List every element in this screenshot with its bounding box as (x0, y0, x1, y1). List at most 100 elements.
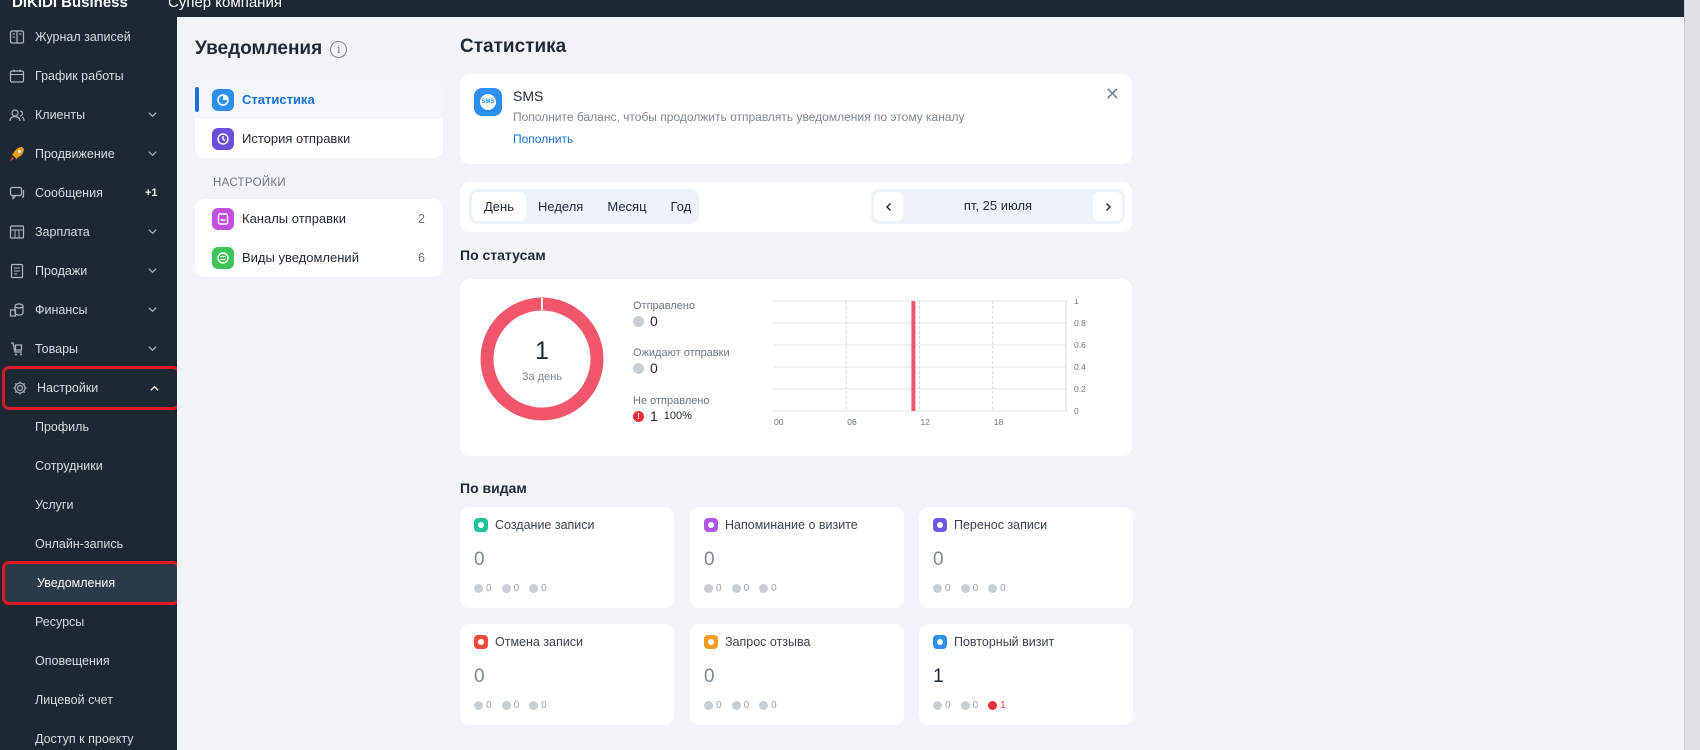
kind-icon (704, 518, 718, 532)
sidebar-sub-services[interactable]: Услуги (0, 485, 177, 524)
kind-failed: 0 (988, 583, 1006, 594)
menu-item-kinds[interactable]: Виды уведомлений 6 (195, 238, 443, 277)
sidebar-item-clients[interactable]: Клиенты (0, 95, 177, 134)
chart-y-tick: 0.6 (1074, 340, 1086, 350)
sidebar-item-finance[interactable]: Финансы (0, 290, 177, 329)
window-scrollbar[interactable] (1684, 0, 1700, 750)
chart-x-tick: 18 (994, 417, 1004, 427)
chart-y-tick: 1 (1074, 299, 1079, 306)
kind-header: Создание записи (474, 518, 595, 532)
sidebar-sub-account[interactable]: Лицевой счет (0, 680, 177, 719)
sidebar-sub-resources[interactable]: Ресурсы (0, 602, 177, 641)
sidebar-sub-staff[interactable]: Сотрудники (0, 446, 177, 485)
menu-item-count: 2 (418, 211, 425, 226)
menu-item-channels[interactable]: Каналы отправки 2 (195, 199, 443, 238)
kind-header: Перенос записи (933, 518, 1047, 532)
status-dot-icon (529, 584, 539, 593)
sidebar-sub-label: Уведомления (37, 576, 116, 590)
kind-failed: 1 (988, 700, 1006, 711)
sidebar-item-settings[interactable]: Настройки (2, 366, 180, 410)
kind-failed-count: 0 (541, 583, 547, 594)
sidebar-item-goods[interactable]: Товары (0, 329, 177, 368)
sidebar-sub-label: Лицевой счет (35, 692, 113, 707)
kind-sent: 0 (704, 583, 722, 594)
sidebar-sub-notifications[interactable]: Уведомления (2, 561, 180, 605)
menu-item-label: Каналы отправки (242, 211, 347, 226)
pending-label: Ожидают отправки (633, 347, 730, 359)
kind-visit-reminder-card: Напоминание о визите 0 0 0 0 (690, 507, 904, 608)
kind-failed: 0 (529, 700, 547, 711)
kind-pending-count: 0 (513, 700, 520, 711)
sidebar-sub-online-booking[interactable]: Онлайн-запись (0, 524, 177, 563)
status-dot-icon (731, 584, 741, 593)
kind-sent-count: 0 (716, 583, 722, 594)
kind-pending: 0 (501, 700, 520, 711)
kind-pending-count: 0 (513, 583, 520, 594)
info-icon[interactable]: i (330, 40, 348, 58)
rocket-icon (8, 145, 26, 163)
sms-logo-text: SMS (480, 94, 496, 110)
current-date[interactable]: пт, 25 июля (871, 198, 1125, 213)
close-icon[interactable]: ✕ (1105, 84, 1120, 105)
kind-label: Повторный визит (954, 635, 1055, 649)
total-count: 1 (535, 337, 549, 365)
kind-breakdown: 0 0 0 (704, 700, 787, 711)
tab-year[interactable]: Год (659, 192, 704, 221)
sidebar-sub-project-access[interactable]: Доступ к проекту (0, 719, 177, 750)
chevron-up-icon (148, 382, 160, 394)
menu-item-statistics[interactable]: Статистика (195, 80, 443, 119)
sent-count: 0 (650, 313, 658, 329)
status-dot-icon (759, 584, 769, 593)
sidebar-item-messages[interactable]: Сообщения +1 (0, 173, 177, 212)
tab-week[interactable]: Неделя (526, 192, 595, 221)
sidebar-item-sales[interactable]: Продажи (0, 251, 177, 290)
notifications-settings-menu: Каналы отправки 2 Виды уведомлений 6 (195, 199, 443, 277)
sidebar-item-label: Товары (35, 341, 78, 356)
kind-value: 0 (704, 549, 715, 570)
status-dot-icon (988, 584, 998, 593)
next-date-button[interactable] (1093, 192, 1122, 221)
sidebar-item-salary[interactable]: Зарплата (0, 212, 177, 251)
kind-failed-count: 0 (771, 700, 777, 711)
tab-day[interactable]: День (472, 192, 526, 221)
sidebar-item-label: Сообщения (35, 185, 103, 200)
history-icon (212, 127, 234, 150)
chart-bar (911, 301, 916, 411)
chevron-down-icon (146, 148, 158, 160)
sidebar-item-label: Клиенты (35, 107, 86, 122)
menu-item-count: 6 (418, 250, 425, 265)
sidebar-sub-label: Услуги (35, 497, 74, 512)
kind-pending: 0 (731, 700, 750, 711)
sidebar-sub-profile[interactable]: Профиль (0, 407, 177, 446)
status-summary-card: 1 За день Отправлено 0 Ожидают отправки … (460, 279, 1132, 456)
tab-month[interactable]: Месяц (595, 192, 658, 221)
prev-date-button[interactable] (874, 192, 903, 221)
sidebar-sub-alerts[interactable]: Оповещения (0, 641, 177, 680)
kind-sent-count: 0 (486, 700, 492, 711)
sidebar-item-label: Финансы (35, 302, 88, 317)
top-up-link[interactable]: Пополнить (513, 132, 573, 146)
brand-logo[interactable]: DIKIDI Business (12, 0, 128, 11)
sidebar-sub-label: Оповещения (35, 653, 110, 668)
kind-failed-count: 0 (541, 700, 547, 711)
sidebar-item-promotion[interactable]: Продвижение (0, 134, 177, 173)
kind-value: 0 (704, 666, 715, 687)
status-dot-icon (704, 584, 713, 593)
section-title-by-kind: По видам (460, 480, 527, 496)
menu-item-label: Виды уведомлений (242, 250, 359, 265)
kind-pending: 0 (960, 700, 978, 711)
chart-x-tick: 00 (774, 417, 784, 427)
kind-icon (704, 635, 718, 649)
status-dot-icon (501, 584, 511, 593)
kind-pending: 0 (501, 583, 520, 594)
sidebar-item-label: Продажи (35, 263, 88, 278)
kind-failed-count: 0 (771, 583, 777, 594)
company-name[interactable]: Супер компания (168, 0, 282, 11)
kind-breakdown: 0 0 0 (933, 583, 1016, 594)
sidebar-item-journal[interactable]: Журнал записей (0, 17, 177, 56)
kind-pending-count: 0 (743, 700, 750, 711)
gear-icon (11, 379, 29, 397)
sidebar-item-schedule[interactable]: График работы (0, 56, 177, 95)
kind-value: 1 (933, 666, 944, 687)
menu-item-history[interactable]: История отправки (195, 119, 443, 158)
